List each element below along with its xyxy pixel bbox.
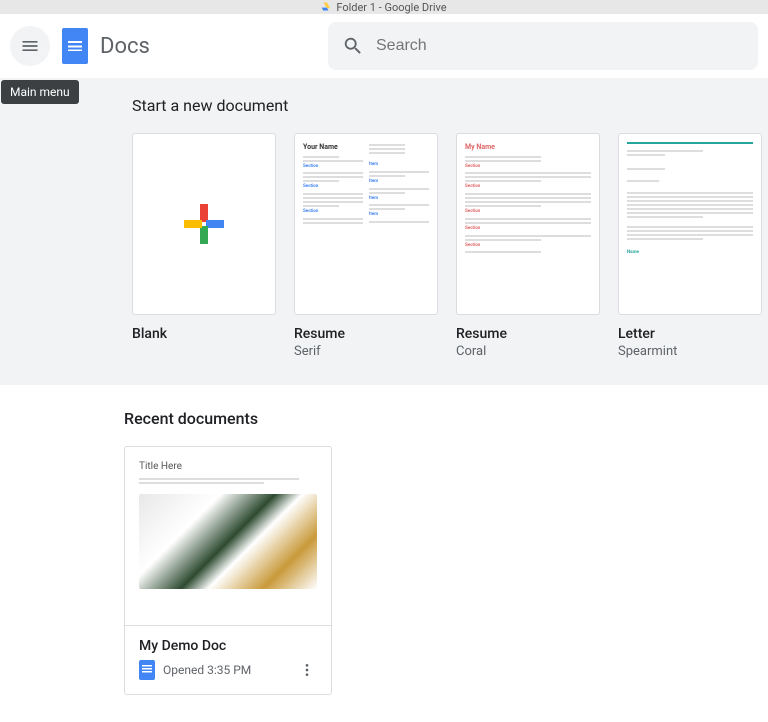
browser-tab-bar: Folder 1 - Google Drive	[0, 0, 768, 14]
app-header: Docs	[0, 14, 768, 78]
main-menu-button[interactable]	[10, 26, 50, 66]
doc-title: My Demo Doc	[139, 638, 317, 654]
template-blank: Blank	[132, 133, 276, 359]
template-name: Resume	[294, 326, 438, 342]
template-subtitle: Spearmint	[618, 344, 762, 359]
doc-meta: My Demo Doc Opened 3:35 PM	[125, 625, 331, 694]
doc-preview-image	[139, 494, 317, 589]
doc-thumb-title: Title Here	[139, 461, 317, 472]
plus-icon	[180, 200, 228, 248]
template-name: Blank	[132, 326, 276, 342]
template-letter-spearmint: Name Letter Spearmint	[618, 133, 762, 359]
docs-file-icon	[139, 660, 155, 680]
template-thumb-resume-serif[interactable]: Your Name Section Section Section	[294, 133, 438, 315]
template-resume-coral: My Name Section Section Section Section …	[456, 133, 600, 359]
templates-section: Start a new document Blank	[0, 78, 768, 385]
doc-opened-text: Opened 3:35 PM	[163, 663, 251, 677]
hamburger-icon	[20, 36, 40, 56]
docs-logo-icon[interactable]	[62, 28, 88, 64]
template-thumb-letter-spearmint[interactable]: Name	[618, 133, 762, 315]
doc-more-button[interactable]	[297, 660, 317, 680]
doc-thumbnail: Title Here	[125, 447, 331, 625]
template-name: Resume	[456, 326, 600, 342]
template-name: Letter	[618, 326, 762, 342]
template-subtitle: Serif	[294, 344, 438, 359]
template-resume-serif: Your Name Section Section Section	[294, 133, 438, 359]
search-icon	[342, 35, 364, 57]
doc-card[interactable]: Title Here My Demo Doc Opened 3:35 PM	[124, 446, 332, 695]
browser-tab-title: Folder 1 - Google Drive	[336, 1, 446, 14]
more-vert-icon	[299, 662, 315, 678]
template-thumb-blank[interactable]	[132, 133, 276, 315]
browser-tab[interactable]: Folder 1 - Google Drive	[309, 0, 458, 14]
search-input[interactable]	[376, 37, 744, 55]
template-row: Blank Your Name Section Section	[132, 133, 762, 359]
template-subtitle: Coral	[456, 344, 600, 359]
recent-section: Recent documents Title Here My Demo Doc …	[0, 385, 768, 695]
drive-icon	[321, 2, 331, 12]
template-thumb-resume-coral[interactable]: My Name Section Section Section Section …	[456, 133, 600, 315]
main-menu-tooltip: Main menu	[1, 80, 79, 104]
app-name: Docs	[100, 34, 150, 59]
search-bar[interactable]	[328, 22, 758, 70]
recent-heading: Recent documents	[124, 409, 754, 428]
templates-heading: Start a new document	[132, 96, 762, 115]
